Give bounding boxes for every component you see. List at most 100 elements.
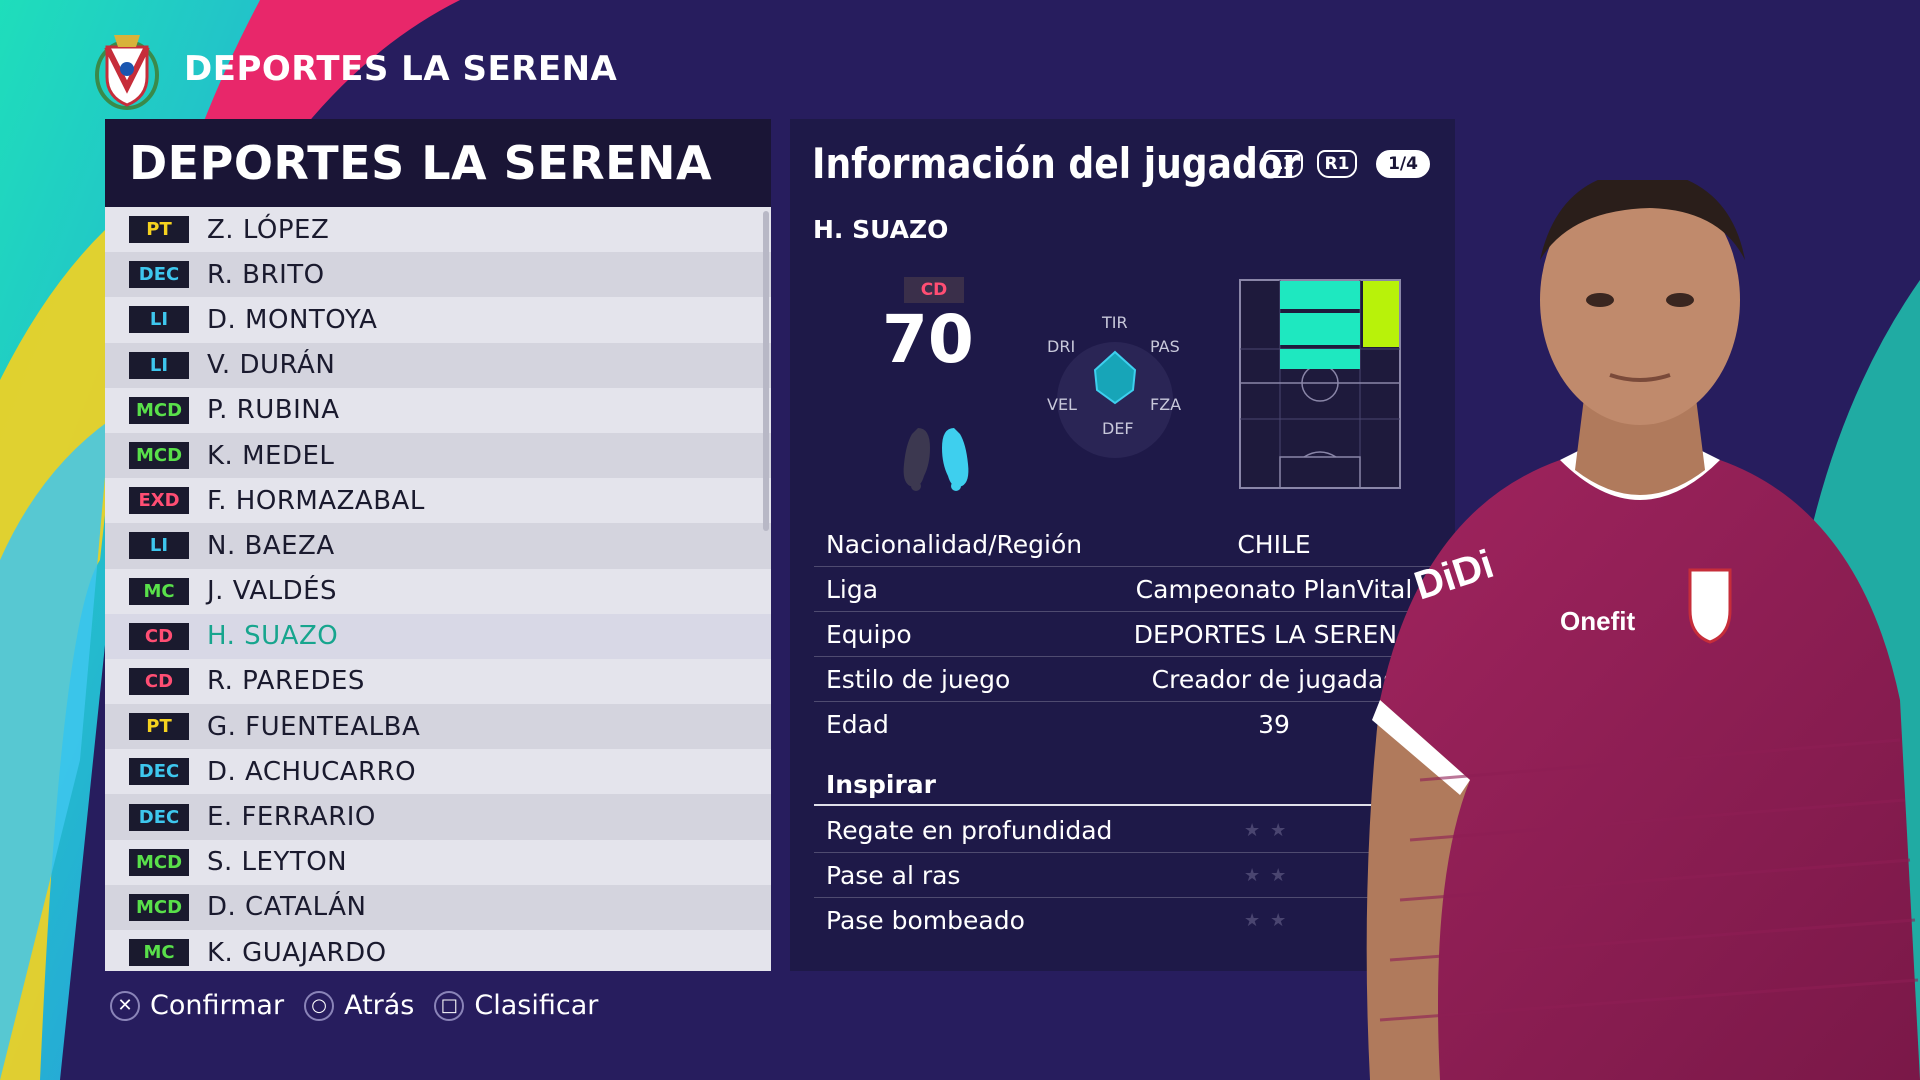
- radar-label-pas: PAS: [1150, 337, 1180, 356]
- inspire-row: Regate en profundidad ★★: [814, 808, 1434, 853]
- position-badge: MCD: [129, 396, 189, 424]
- player-name: N. BAEZA: [207, 530, 335, 561]
- hint-label: Clasificar: [474, 990, 599, 1021]
- cross-button-icon: ✕: [110, 990, 140, 1021]
- detail-label: Edad: [826, 710, 889, 739]
- header-title: DEPORTES LA SERENA: [184, 49, 618, 89]
- inspire-row: Pase bombeado ★★: [814, 898, 1434, 943]
- position-badge: DEC: [129, 261, 189, 289]
- roster-row[interactable]: EXD F. HORMAZABAL: [105, 478, 771, 524]
- position-badge: EXD: [129, 487, 189, 515]
- l1-button[interactable]: L1: [1263, 150, 1303, 178]
- position-badge: MCD: [129, 893, 189, 921]
- overall-rating: 70: [882, 301, 974, 378]
- detail-label: Nacionalidad/Región: [826, 529, 1083, 559]
- star-rating-icon: ★★: [1244, 864, 1297, 886]
- inspire-label: Regate en profundidad: [826, 815, 1113, 845]
- radar-label-def: DEF: [1102, 419, 1134, 438]
- roster-row[interactable]: PT G. FUENTEALBA: [105, 704, 771, 750]
- roster-row[interactable]: MC K. GUAJARDO: [105, 930, 771, 971]
- roster-row[interactable]: MCD P. RUBINA: [105, 387, 771, 433]
- player-name: D. MONTOYA: [207, 304, 378, 335]
- player-position-badge: CD: [904, 277, 964, 303]
- player-name: H. SUAZO: [813, 215, 949, 244]
- roster-row[interactable]: DEC R. BRITO: [105, 252, 771, 298]
- club-crest-icon: [95, 35, 159, 110]
- radar-label-dri: DRI: [1047, 337, 1076, 356]
- position-badge: LI: [129, 306, 189, 334]
- page-indicator: 1/4: [1376, 150, 1430, 178]
- player-name: D. ACHUCARRO: [207, 756, 417, 787]
- radar-label-vel: VEL: [1047, 395, 1077, 414]
- position-badge: MC: [129, 577, 189, 605]
- roster-row[interactable]: MCD D. CATALÁN: [105, 884, 771, 930]
- roster-row[interactable]: LI V. DURÁN: [105, 342, 771, 388]
- position-badge: MC: [129, 939, 189, 967]
- player-name: K. MEDEL: [207, 440, 335, 471]
- position-badge: CD: [129, 667, 189, 695]
- hint-label: Atrás: [344, 990, 415, 1021]
- player-name: R. BRITO: [207, 259, 325, 290]
- player-name: J. VALDÉS: [207, 576, 338, 607]
- roster-list: PT Z. LÓPEZ DEC R. BRITO LI D. MONTOYA LI V. DU…: [105, 207, 771, 971]
- r1-button[interactable]: R1: [1317, 150, 1357, 178]
- position-badge: PT: [129, 713, 189, 741]
- star-rating-icon: ★★: [1244, 910, 1297, 931]
- detail-label: Estilo de juego: [826, 664, 1011, 694]
- hint-confirmar[interactable]: ✕ Confirmar: [110, 990, 284, 1021]
- player-name: G. FUENTEALBA: [207, 711, 421, 742]
- detail-row: Edad 39: [814, 702, 1434, 747]
- inspire-label: Pase al ras: [826, 860, 961, 890]
- detail-row: Equipo DEPORTES LA SERENA: [814, 612, 1434, 657]
- roster-row[interactable]: CD H. SUAZO: [105, 613, 771, 659]
- roster-scrollbar[interactable]: [763, 211, 769, 531]
- radar-label-tir: TIR: [1102, 313, 1128, 332]
- roster-row[interactable]: DEC D. ACHUCARRO: [105, 749, 771, 795]
- roster-row[interactable]: MCD K. MEDEL: [105, 432, 771, 479]
- position-badge: LI: [129, 351, 189, 379]
- hint-label: Confirmar: [150, 990, 285, 1021]
- radar-label-fza: FZA: [1150, 395, 1182, 414]
- roster-row[interactable]: LI N. BAEZA: [105, 523, 771, 569]
- roster-title: DEPORTES LA SERENA: [129, 136, 713, 190]
- team-header: DEPORTES LA SERENA: [92, 24, 617, 114]
- player-name: F. HORMAZABAL: [207, 485, 425, 516]
- player-name: V. DURÁN: [207, 350, 336, 381]
- button-hints: ✕ Confirmar ○ Atrás □ Clasificar: [110, 990, 618, 1021]
- player-name: K. GUAJARDO: [207, 937, 387, 968]
- player-name: H. SUAZO: [207, 621, 339, 652]
- svg-text:Onefit: Onefit: [1560, 606, 1635, 636]
- player-name: E. FERRARIO: [207, 802, 376, 833]
- roster-row[interactable]: DEC E. FERRARIO: [105, 794, 771, 840]
- circle-button-icon: ○: [304, 990, 335, 1021]
- player-name: D. CATALÁN: [207, 892, 367, 923]
- position-badge: PT: [129, 216, 189, 244]
- roster-row[interactable]: CD R. PAREDES: [105, 658, 771, 705]
- roster-row[interactable]: LI D. MONTOYA: [105, 297, 771, 343]
- inspire-label: Pase bombeado: [826, 906, 1025, 935]
- detail-label: Equipo: [826, 619, 912, 649]
- position-badge: LI: [129, 532, 189, 560]
- roster-row[interactable]: PT Z. LÓPEZ: [105, 207, 771, 253]
- player-render: DiDi Onefit: [1366, 180, 1920, 1080]
- position-badge: DEC: [129, 758, 189, 786]
- inspire-row: Pase al ras ★★: [814, 853, 1434, 898]
- hint-clasificar[interactable]: □ Clasificar: [434, 990, 598, 1021]
- attribute-radar: TIR PAS FZA DEF VEL DRI: [1030, 313, 1200, 485]
- position-badge: CD: [129, 622, 189, 650]
- square-button-icon: □: [434, 990, 465, 1021]
- inspire-table: Regate en profundidad ★★ Pase al ras ★★ Pase…: [814, 808, 1434, 943]
- inspire-heading: Inspirar: [814, 764, 1434, 806]
- star-rating-icon: ★★: [1244, 819, 1297, 841]
- detail-row: Liga Campeonato PlanVital: [814, 567, 1434, 612]
- player-name: Z. LÓPEZ: [207, 214, 330, 245]
- footedness-icon: [903, 428, 969, 491]
- roster-panel: DEPORTES LA SERENA PT Z. LÓPEZ DEC R. BRITO…: [105, 119, 771, 971]
- detail-label: Liga: [826, 574, 879, 604]
- hint-atrás[interactable]: ○ Atrás: [304, 990, 414, 1021]
- roster-header: DEPORTES LA SERENA: [105, 119, 771, 207]
- roster-row[interactable]: MCD S. LEYTON: [105, 839, 771, 885]
- player-name: R. PAREDES: [207, 666, 365, 697]
- roster-row[interactable]: MC J. VALDÉS: [105, 568, 771, 614]
- position-badge: MCD: [129, 848, 189, 876]
